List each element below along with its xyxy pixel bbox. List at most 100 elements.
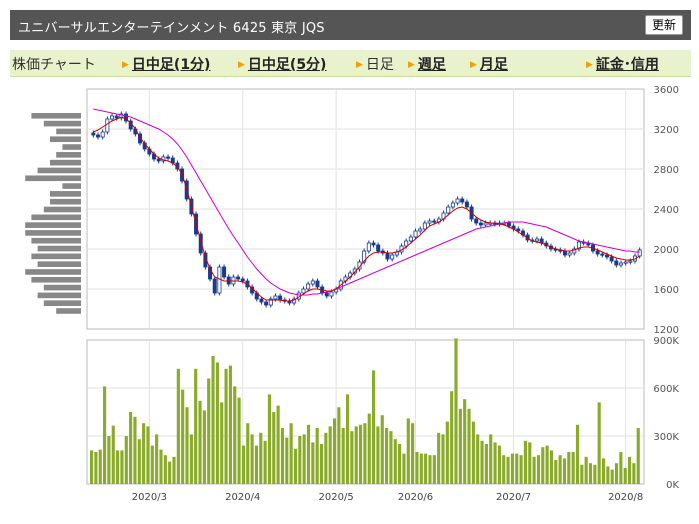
volume-bar [367,413,371,484]
volume-profile-bar [37,261,81,267]
candle-body [222,266,227,278]
price-tick-label: 2800 [654,165,679,176]
volume-bar [328,426,332,484]
volume-bar [484,444,488,484]
candle-body [562,250,567,256]
volume-bar [636,428,640,484]
x-tick-label: 2020/7 [496,492,531,503]
volume-profile-bar [56,128,81,135]
volume-bar [293,448,298,484]
volume-bar [411,423,415,484]
volume-bar [237,397,241,484]
volume-bar [428,455,432,484]
candle-body [474,218,479,224]
volume-profile-bar [56,152,81,158]
volume-bar [441,434,445,484]
volume-bar [532,456,536,484]
volume-bar [246,423,250,484]
volume-bar [593,464,597,484]
volume-bar [163,455,167,484]
candle-body [609,256,614,262]
candle-body [371,242,376,246]
candle-body [446,206,451,214]
volume-bar [129,412,133,484]
x-tick-label: 2020/3 [132,492,167,503]
volume-tick-label: 0K [666,480,679,491]
volume-profile-bar [25,230,81,236]
volume-bar [272,412,276,484]
candle-body [460,198,465,203]
volume-bar [445,421,449,484]
stock-chart: 3600 3200 2800 2400 2000 1600 1200900K 600K 300K… [25,85,679,503]
volume-bar [133,416,137,484]
volume-profile-bar [25,222,81,228]
volume-bar [263,440,267,484]
volume-bar [393,439,397,484]
volume-profile-bar [31,237,81,244]
candle-body [408,236,413,242]
volume-bar [120,450,124,484]
candle-body [604,254,609,258]
candle-body [259,298,264,303]
volume-bar [111,425,115,484]
price-tick-label: 2400 [654,205,679,216]
volume-bar [159,449,163,484]
volume-bar [211,356,215,484]
candle-body [273,295,278,300]
volume-profile-bar [43,120,81,127]
volume-bar [306,424,311,484]
candle-body [483,222,488,226]
volume-bar [285,437,289,484]
volume-bar [406,418,410,484]
volume-bar [363,423,367,484]
volume-profile-bar [43,300,81,306]
volume-profile-bar [50,159,81,166]
volume-bar [606,466,610,484]
volume-bar [502,455,506,484]
volume-profile-bar [37,292,81,299]
volume-tick-label: 600K [653,384,679,395]
candle-body [306,283,311,290]
volume-bar [94,452,98,484]
candle-body [376,244,381,252]
candle-body [264,301,269,306]
volume-bar [389,431,393,484]
volume-bar [610,469,614,484]
candle-body [534,238,539,242]
volume-bar [302,434,306,484]
volume-bar [450,391,454,484]
volume-bar [523,440,527,484]
volume-bar [311,442,315,484]
volume-bar [354,426,358,484]
volume-bar [558,455,562,484]
candle-body [324,292,329,297]
volume-bar [562,458,567,484]
volume-bar [437,432,441,484]
volume-bar [103,386,107,484]
volume-tick-label: 300K [653,432,679,443]
volume-bar [98,449,102,484]
volume-bar [471,421,475,484]
volume-profile-bar [62,183,81,189]
volume-bar [341,428,345,484]
volume-profile-bar [56,308,81,314]
volume-profile-bar [25,269,81,275]
candle-body [464,201,469,208]
volume-bar [319,444,324,484]
candle-body [315,280,320,288]
volume-bar [124,436,128,484]
volume-bar [181,389,185,484]
candle-body [614,260,619,266]
volume-bar [142,423,146,484]
candle-body [390,254,395,260]
volume-profile-bar [50,136,81,143]
volume-bar [358,424,363,484]
volume-bar [116,450,120,484]
volume-profile-bar [31,113,81,119]
candle-body [110,115,115,120]
volume-bar [385,428,389,484]
volume-bar [228,365,232,484]
volume-bar [554,460,558,484]
volume-profile-bar [50,198,81,205]
candle-body [413,230,418,238]
